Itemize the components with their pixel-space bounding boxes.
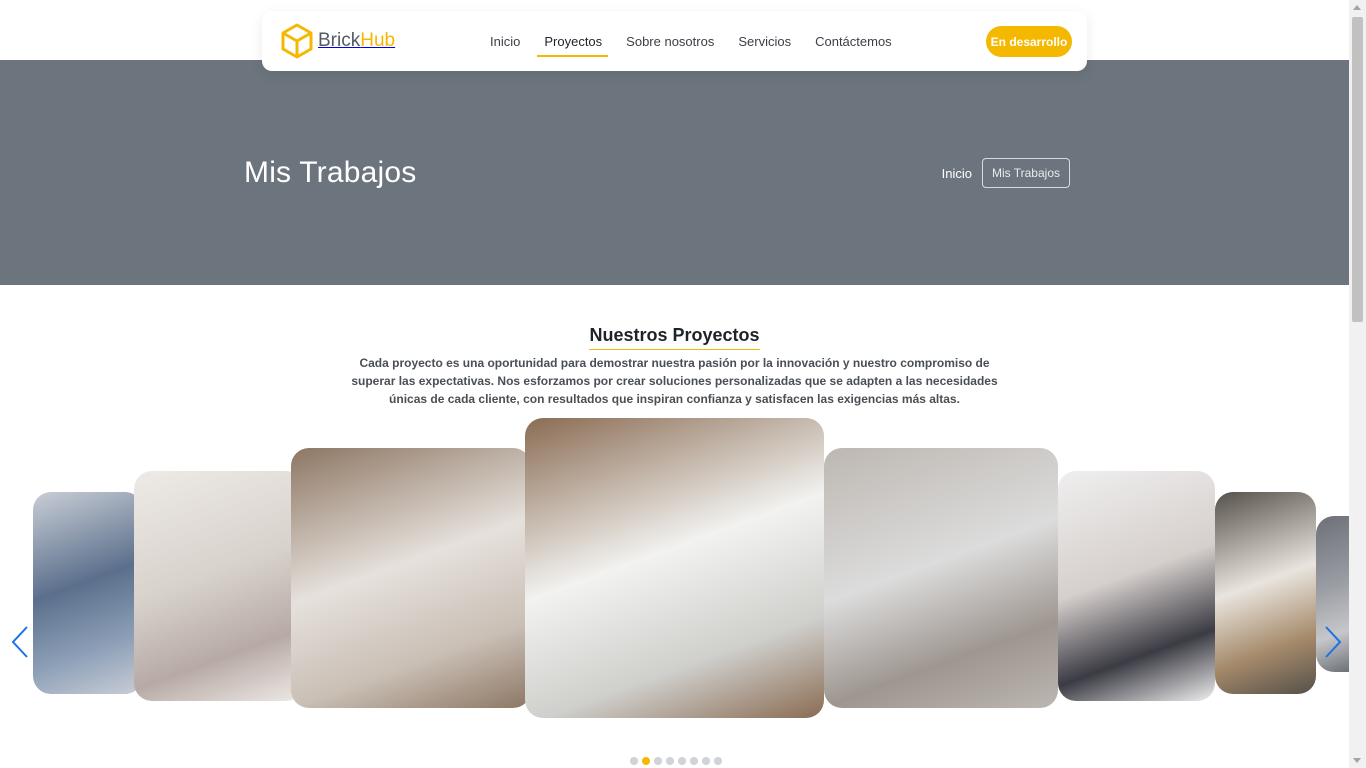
breadcrumb-home-link[interactable]: Inicio: [942, 166, 972, 181]
nav-item-sobre-nosotros[interactable]: Sobre nosotros: [626, 26, 714, 57]
project-slide-unfinished-bathroom[interactable]: [134, 471, 304, 701]
section-description: Cada proyecto es una oportunidad para de…: [351, 356, 998, 406]
carousel-dot[interactable]: [702, 757, 710, 765]
cube-logo-icon: [281, 23, 313, 59]
main-nav: Inicio Proyectos Sobre nosotros Servicio…: [490, 11, 892, 71]
carousel-pagination: [630, 757, 722, 765]
carousel-dot[interactable]: [630, 757, 638, 765]
carousel-dot[interactable]: [678, 757, 686, 765]
chevron-left-icon: [11, 626, 28, 658]
project-slide-grey-kitchen[interactable]: [824, 448, 1058, 708]
projects-carousel: [0, 418, 1349, 723]
brand-logo[interactable]: BrickHub: [280, 23, 395, 59]
page-title: Mis Trabajos: [244, 156, 417, 189]
page-hero: [0, 60, 1349, 285]
project-slide-marble-bathroom[interactable]: [525, 418, 824, 718]
project-slide-bathroom-radiator[interactable]: [291, 448, 531, 708]
nav-item-inicio[interactable]: Inicio: [490, 26, 520, 57]
chevron-right-icon: [1325, 626, 1342, 658]
carousel-dot[interactable]: [666, 757, 674, 765]
project-slide-wood-kitchen[interactable]: [1215, 492, 1316, 694]
scroll-thumb[interactable]: [1352, 17, 1363, 322]
breadcrumb-current: Mis Trabajos: [981, 158, 1070, 188]
in-development-button[interactable]: En desarrollo: [986, 26, 1072, 57]
carousel-prev-button[interactable]: [8, 624, 32, 660]
navbar: BrickHub Inicio Proyectos Sobre nosotros…: [262, 11, 1087, 71]
scroll-down-arrow-icon[interactable]: [1353, 758, 1361, 763]
nav-item-servicios[interactable]: Servicios: [738, 26, 791, 57]
page-scrollbar[interactable]: [1349, 0, 1366, 768]
nav-item-proyectos[interactable]: Proyectos: [537, 26, 608, 57]
nav-item-contactemos[interactable]: Contáctemos: [815, 26, 892, 57]
carousel-dot[interactable]: [642, 757, 650, 765]
project-slide-sink-vanity[interactable]: [1058, 471, 1215, 701]
breadcrumb: Inicio Mis Trabajos: [942, 158, 1070, 188]
carousel-dot[interactable]: [714, 757, 722, 765]
carousel-dot[interactable]: [654, 757, 662, 765]
brand-name: BrickHub: [318, 30, 396, 51]
carousel-next-button[interactable]: [1321, 624, 1345, 660]
carousel-dot[interactable]: [690, 757, 698, 765]
section-title: Nuestros Proyectos: [0, 320, 1349, 350]
project-slide-mosaic-tile-wall[interactable]: [33, 492, 143, 694]
scroll-up-arrow-icon[interactable]: [1353, 5, 1361, 10]
